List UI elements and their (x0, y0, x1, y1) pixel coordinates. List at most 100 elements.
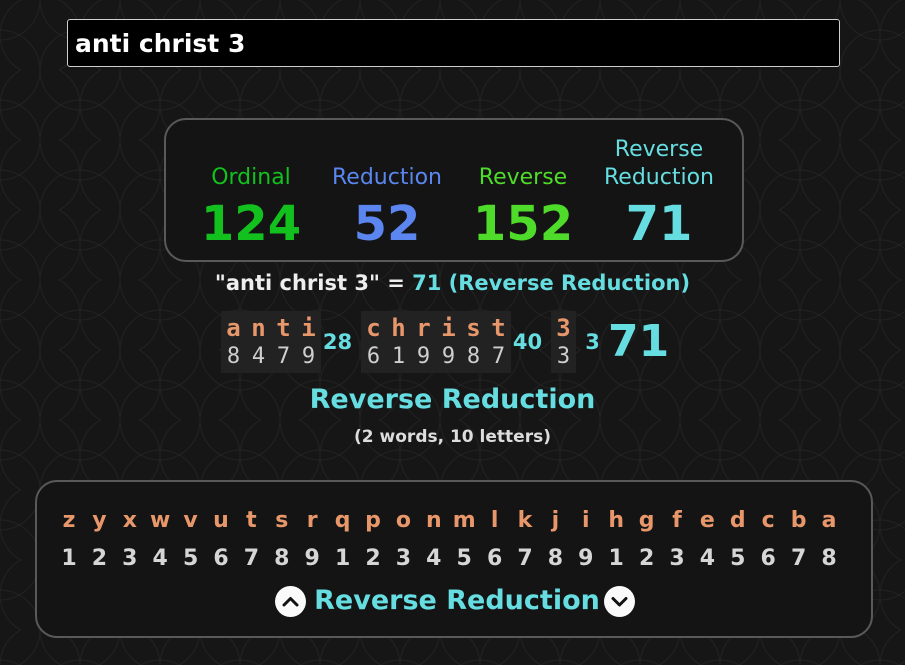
chart-letter-value: 4 (152, 546, 168, 571)
chart-letter-value: 8 (821, 546, 837, 571)
breakdown-letter: t (276, 314, 291, 342)
chart-letter: g (638, 508, 655, 533)
chart-letter: j (551, 508, 560, 533)
chart-letter: k (517, 508, 533, 533)
breakdown-letter-value: 4 (251, 344, 266, 369)
chart-letter: c (761, 508, 775, 533)
cipher-value: 124 (200, 196, 302, 252)
chart-letter: z (62, 508, 76, 533)
breakdown-letter-value: 9 (441, 344, 456, 369)
chart-letter: v (183, 508, 198, 533)
chart-letter-value: 6 (486, 546, 503, 571)
chart-letter: x (122, 508, 137, 533)
chart-letter-value: 7 (790, 546, 807, 571)
chart-letter-value: 4 (426, 546, 442, 571)
breakdown-letter-cell: a8 (221, 311, 246, 373)
chart-cipher-label: Reverse Reduction (314, 585, 600, 616)
chart-letter: q (334, 508, 351, 533)
chart-letter: r (306, 508, 318, 533)
chart-letter: i (582, 508, 590, 533)
chart-letter-value: 7 (243, 546, 260, 571)
breakdown-letter-cell: i9 (436, 311, 461, 373)
breakdown-letter: a (226, 314, 241, 342)
breakdown-letter-cell: t7 (486, 311, 511, 373)
chart-letter: m (452, 508, 476, 533)
word-sum: 28 (322, 330, 353, 354)
chart-letter-value: 8 (274, 546, 290, 571)
cipher-name: Reduction (332, 165, 442, 190)
chart-letter: o (395, 508, 411, 533)
breakdown-letter-cell: r9 (411, 311, 436, 373)
breakdown-letter: n (251, 314, 266, 342)
cipher-chart: Reverse Reduction z1y2x3w4v5u6t7s8r9q1p2… (35, 480, 873, 638)
breakdown-letter-value: 1 (391, 344, 406, 369)
search-input[interactable] (67, 19, 840, 67)
chart-letter-value: 8 (547, 546, 564, 571)
chart-letter-value: 5 (182, 546, 199, 571)
chart-letter-value: 3 (395, 546, 412, 571)
cipher-reduction[interactable]: Reduction 52 (312, 120, 462, 260)
chart-letter-value: 3 (669, 546, 685, 571)
cipher-value: 52 (353, 196, 421, 252)
breakdown-letter: s (466, 314, 481, 342)
chart-letter-value: 1 (334, 546, 351, 571)
cipher-ordinal[interactable]: Ordinal 124 (176, 120, 326, 260)
chart-letter-value: 4 (699, 546, 716, 571)
chart-letter: u (213, 508, 229, 533)
chart-letter: b (790, 508, 807, 533)
chart-letter-value: 6 (213, 546, 229, 571)
chart-letter-value: 5 (730, 546, 746, 571)
chart-letter-value: 1 (608, 546, 624, 571)
chart-letter: e (699, 508, 715, 533)
chart-letter-value: 3 (122, 546, 138, 571)
chart-letter: d (729, 508, 746, 533)
chart-letter-value: 9 (578, 546, 594, 571)
chart-letter-value: 2 (365, 546, 381, 571)
word-sum: 3 (585, 330, 600, 354)
breakdown-letter: i (301, 314, 316, 342)
chart-letter: s (275, 508, 289, 533)
chart-letter: h (608, 508, 625, 533)
cipher-reverse[interactable]: Reverse 152 (448, 120, 598, 260)
breakdown-total: 71 (608, 316, 670, 367)
chart-letter-value: 2 (638, 546, 655, 571)
word-sum: 40 (512, 330, 543, 354)
breakdown-letter-value: 8 (466, 344, 481, 369)
chart-letter: t (246, 508, 257, 533)
breakdown-letter-cell: t7 (271, 311, 296, 373)
chart-letter-value: 7 (517, 546, 533, 571)
chart-letter-value: 6 (760, 546, 776, 571)
result-phrase: "anti christ 3" = (214, 271, 405, 295)
cipher-name: Reverse (478, 165, 568, 190)
result-value: 71 (412, 271, 442, 295)
breakdown-letter: t (491, 314, 506, 342)
chart-letter: w (150, 508, 171, 533)
cipher-summary-panel: Ordinal 124 Reduction 52 Reverse 152 Rev… (164, 118, 744, 262)
chevron-down-icon (611, 597, 628, 607)
breakdown-letter: r (416, 314, 431, 342)
cipher-title: Reverse Reduction (309, 384, 596, 415)
breakdown-letter-value: 7 (276, 344, 291, 369)
breakdown-letter-value: 8 (226, 344, 241, 369)
cipher-name: Reverse Reduction (604, 137, 714, 190)
cipher-value: 152 (472, 196, 574, 252)
breakdown-letter-cell: h1 (386, 311, 411, 373)
breakdown-letter-cell: s8 (461, 311, 486, 373)
word-letter-count: (2 words, 10 letters) (354, 427, 551, 447)
breakdown-letter: c (366, 314, 381, 342)
chart-letter-value: 2 (91, 546, 108, 571)
chart-letter-value: 5 (456, 546, 472, 571)
breakdown-letter-value: 6 (366, 344, 381, 369)
chart-letter: n (425, 508, 442, 533)
chart-letter-value: 1 (61, 546, 77, 571)
breakdown-letter-value: 9 (416, 344, 431, 369)
breakdown-letter-value: 7 (491, 344, 506, 369)
breakdown-letter: 3 (556, 314, 571, 342)
result-cipher: (Reverse Reduction) (448, 271, 691, 295)
chart-letter: p (365, 508, 381, 533)
next-cipher-button[interactable] (604, 586, 635, 617)
chart-letter: l (490, 508, 499, 533)
cipher-reverse-reduction[interactable]: Reverse Reduction 71 (584, 120, 734, 260)
chart-letter: f (672, 508, 682, 533)
chart-letter: y (92, 508, 107, 533)
